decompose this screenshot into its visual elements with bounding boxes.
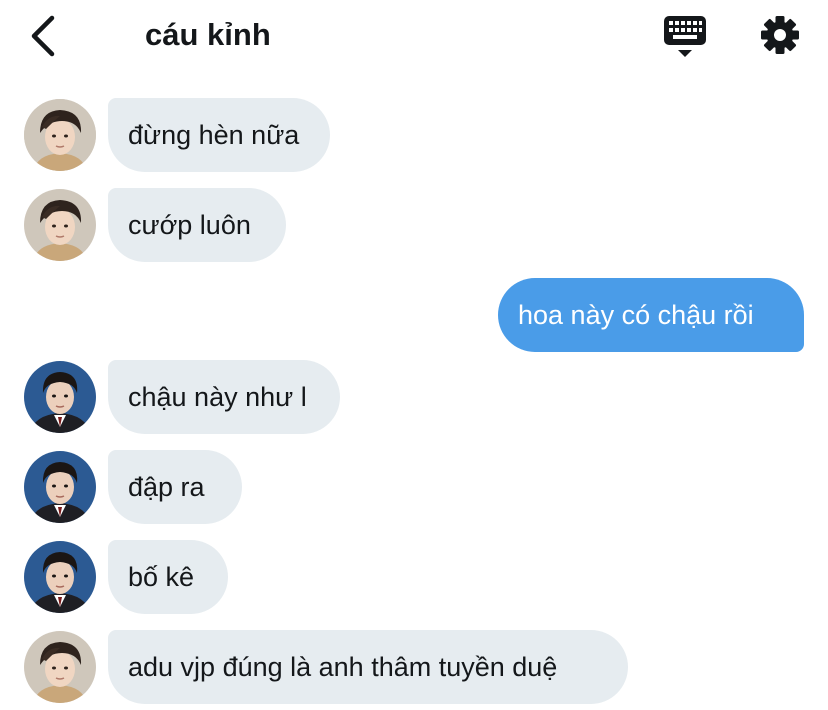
avatar[interactable] <box>24 361 96 433</box>
message-bubble-incoming[interactable]: đập ra <box>108 450 242 524</box>
avatar-b-image <box>24 451 96 523</box>
avatar-a-image <box>24 189 96 261</box>
chevron-left-icon <box>31 15 55 57</box>
avatar[interactable] <box>24 631 96 703</box>
message-text: hoa này có chậu rồi <box>518 300 754 330</box>
settings-button[interactable] <box>757 12 803 58</box>
back-button[interactable] <box>26 14 62 58</box>
message-text: đập ra <box>128 472 205 502</box>
gear-icon <box>761 16 799 54</box>
conversation-title: cáu kỉnh <box>145 17 271 52</box>
message-text: cướp luôn <box>128 210 251 240</box>
message-bubble-incoming[interactable]: adu vjp đúng là anh thâm tuyền duệ <box>108 630 628 704</box>
message-row: adu vjp đúng là anh thâm tuyền duệ <box>0 630 828 704</box>
avatar[interactable] <box>24 451 96 523</box>
keyboard-icon <box>664 16 706 57</box>
message-text: chậu này như l <box>128 382 307 412</box>
avatar-b-image <box>24 541 96 613</box>
avatar[interactable] <box>24 541 96 613</box>
message-bubble-incoming[interactable]: bố kê <box>108 540 228 614</box>
avatar-a-image <box>24 99 96 171</box>
message-row: chậu này như l <box>0 360 828 434</box>
message-bubble-outgoing[interactable]: hoa này có chậu rồi <box>498 278 804 352</box>
message-row: bố kê <box>0 540 828 614</box>
message-bubble-incoming[interactable]: đừng hèn nữa <box>108 98 330 172</box>
message-text: đừng hèn nữa <box>128 120 300 150</box>
avatar-a-image <box>24 631 96 703</box>
message-row: cướp luôn <box>0 188 828 262</box>
avatar[interactable] <box>24 189 96 261</box>
message-row: đập ra <box>0 450 828 524</box>
message-row: đừng hèn nữa <box>0 98 828 172</box>
message-bubble-incoming[interactable]: chậu này như l <box>108 360 340 434</box>
message-row: hoa này có chậu rồi <box>0 278 828 352</box>
message-bubble-incoming[interactable]: cướp luôn <box>108 188 286 262</box>
message-text: bố kê <box>128 562 195 592</box>
avatar[interactable] <box>24 99 96 171</box>
keyboard-button[interactable] <box>662 14 708 60</box>
message-text: adu vjp đúng là anh thâm tuyền duệ <box>128 652 558 682</box>
conversation-header: cáu kỉnh <box>0 0 828 72</box>
avatar-b-image <box>24 361 96 433</box>
